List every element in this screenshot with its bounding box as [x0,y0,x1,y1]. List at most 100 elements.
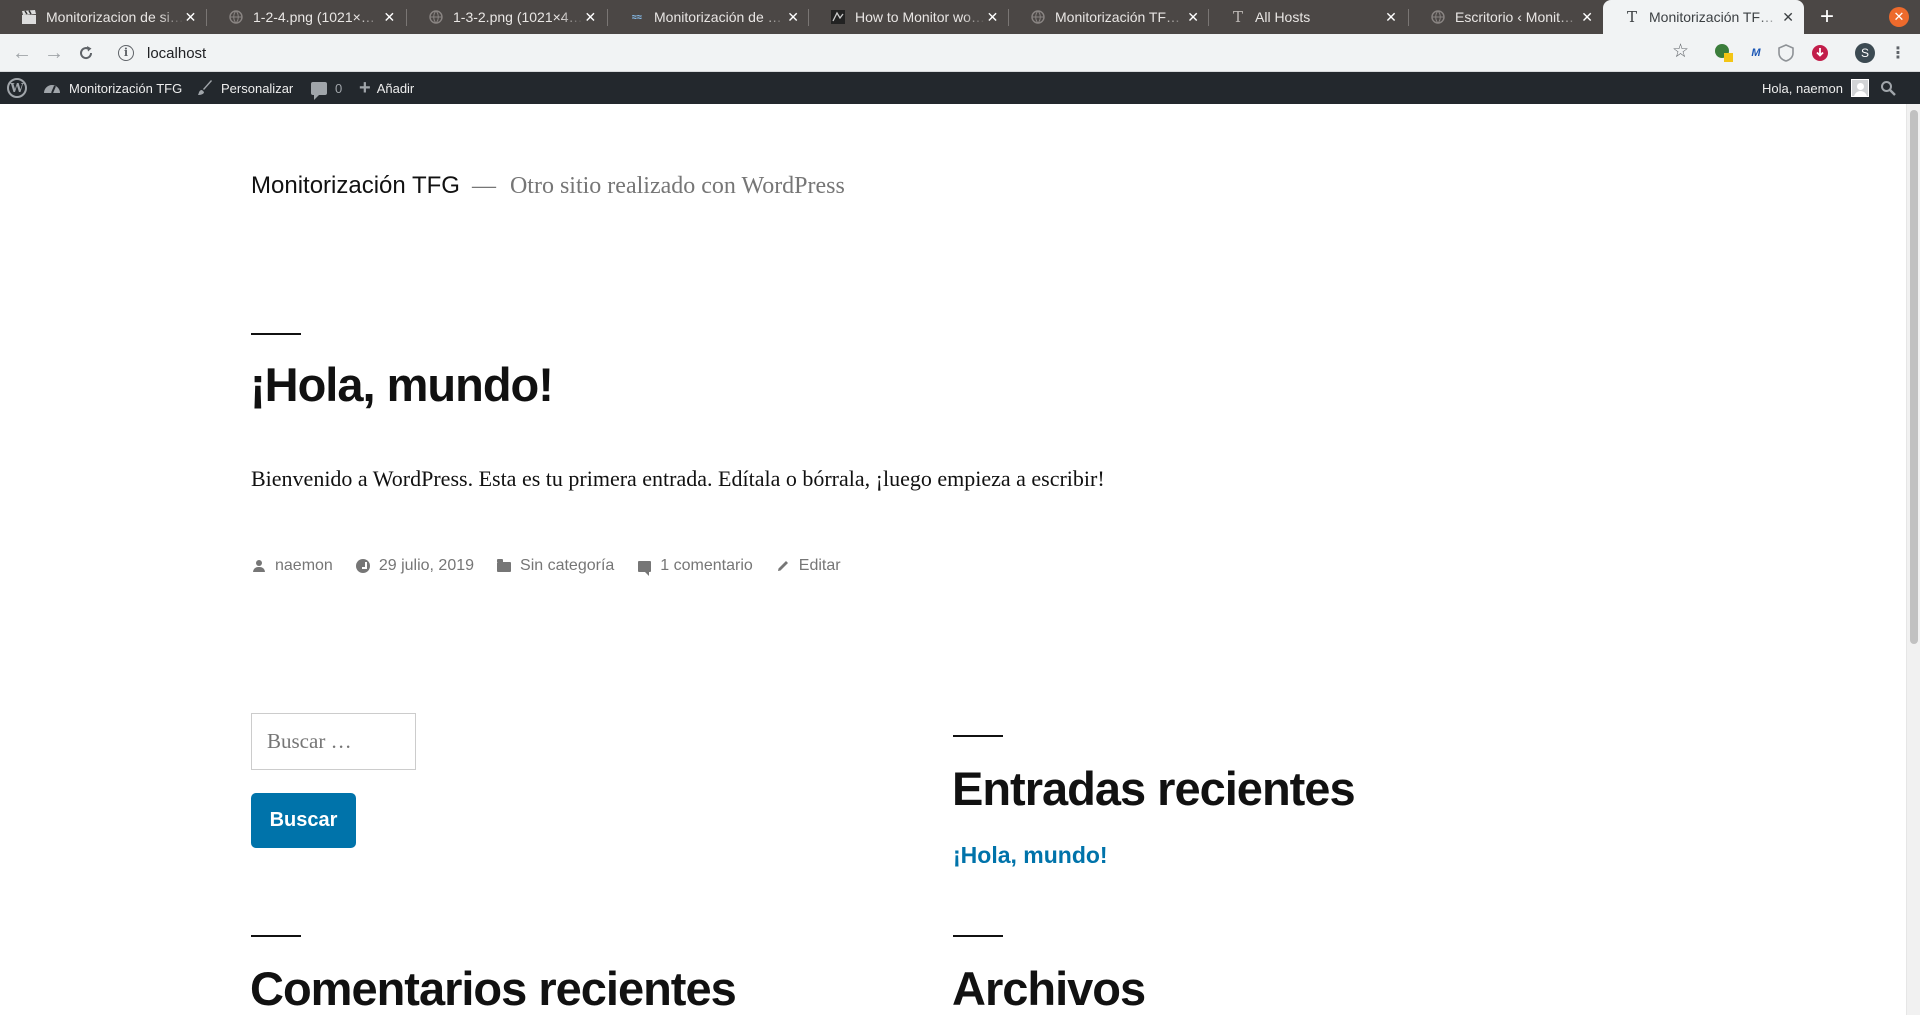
post-edit-link[interactable]: Editar [799,557,841,575]
admin-customize[interactable]: Personalizar [197,72,293,104]
recent-post-link[interactable]: ¡Hola, mundo! [953,842,1108,869]
archives-title: Archivos [952,962,1146,1015]
bookmark-star-icon[interactable]: ☆ [1672,41,1689,63]
forward-button[interactable]: → [40,39,68,67]
site-title-separator: — [471,173,496,199]
close-icon[interactable]: ✕ [1782,9,1794,26]
recent-comments-title: Comentarios recientes [250,962,737,1015]
person-icon [251,558,267,574]
site-title[interactable]: Monitorización TFG [251,172,460,200]
close-icon[interactable]: ✕ [382,9,397,26]
tab-title: Monitorización TFG – Otro sitio [1649,9,1783,25]
post-edit: Editar [775,557,841,575]
browser-tab-strip: Monitorizacion de sistemas ✕ 1-2-4.png (… [0,0,1920,34]
post-category-link[interactable]: Sin categoría [520,557,614,575]
admin-site-name[interactable]: Monitorización TFG [43,72,182,104]
globe-icon [1030,9,1046,25]
menu-kebab-icon[interactable]: ⋮ [1888,43,1908,63]
user-avatar-icon [1850,79,1869,97]
post-comments-link[interactable]: 1 comentario [660,557,753,575]
tab-title: All Hosts [1255,9,1311,25]
close-icon[interactable]: ✕ [1581,9,1593,26]
close-icon[interactable]: ✕ [583,9,598,26]
post-title[interactable]: ¡Hola, mundo! [250,357,554,412]
post-comments: 1 comentario [636,557,753,576]
tab-title: 1-2-4.png (1021×394) [253,9,382,25]
post-date-link[interactable]: 29 julio, 2019 [379,557,474,575]
browser-tab[interactable]: ≈≈ Monitorización de bases de datos ✕ [608,0,809,34]
tab-title: Monitorizacion de sistemas [46,9,184,25]
search-button[interactable]: Buscar [251,793,356,848]
browser-tab[interactable]: Escritorio ‹ Monitorización TFG ✕ [1409,0,1603,34]
scrollbar-thumb[interactable] [1910,110,1918,644]
reload-button[interactable] [72,39,100,67]
tab-title: Monitorización TFG – Otro sitio [1055,9,1187,25]
post-content: Bienvenido a WordPress. Esta es tu prime… [251,466,1105,491]
recent-posts-title: Entradas recientes [952,762,1356,815]
post-meta: naemon 29 julio, 2019 Sin categoría 1 co… [251,557,863,576]
post-author: naemon [251,557,333,575]
admin-comments-count: 0 [335,80,343,96]
extension-icon[interactable]: M [1746,43,1766,63]
site-icon: ≈≈ [632,12,642,22]
close-icon[interactable]: ✕ [1383,9,1399,26]
browser-tab[interactable]: Monitorizacion de sistemas ✕ [0,0,207,34]
extension-icon[interactable] [1714,43,1734,63]
t-icon: T [1232,8,1243,26]
site-description: Otro sitio realizado con WordPress [509,173,845,199]
back-button[interactable]: ← [8,39,36,67]
clock-icon [355,558,371,574]
admin-site-name-label: Monitorización TFG [69,80,183,96]
post-author-link[interactable]: naemon [275,557,333,575]
browser-tab[interactable]: 1-3-2.png (1021×426) ✕ [407,0,608,34]
t-icon: T [1626,8,1637,26]
search-input[interactable]: Buscar … [251,713,416,770]
tab-title: Escritorio ‹ Monitorización TFG [1455,9,1581,25]
close-icon[interactable]: ✕ [184,9,197,26]
page-viewport: Monitorización TFG — Otro sitio realizad… [0,104,1906,1015]
tab-title: How to Monitor wordpress [855,9,986,25]
admin-new-content[interactable]: + Añadir [359,72,414,104]
address-bar[interactable]: i localhost [106,37,1706,69]
browser-tab[interactable]: How to Monitor wordpress ✕ [809,0,1009,34]
close-window-button[interactable]: ✕ [1889,7,1909,27]
search-placeholder: Buscar … [267,729,352,753]
page-scrollbar[interactable] [1906,104,1920,1015]
post-date: 29 julio, 2019 [355,557,474,575]
shield-icon[interactable] [1776,43,1796,63]
wp-logo-menu[interactable]: W [7,72,27,104]
search-icon [1880,80,1896,96]
close-icon[interactable]: ✕ [787,9,799,26]
profile-avatar[interactable]: S [1855,43,1875,63]
wp-admin-bar: W Monitorización TFG Personalizar 0 + Añ… [0,72,1920,104]
globe-icon [228,9,244,25]
brush-icon [197,80,213,96]
plus-icon: + [359,76,371,99]
globe-icon [1430,9,1446,25]
comment-bubble-icon [311,81,327,100]
comment-icon [636,558,652,576]
widget-divider [953,935,1003,937]
admin-my-account[interactable]: Hola, naemon [1762,72,1869,104]
browser-tab[interactable]: Monitorización TFG – Otro sitio ✕ [1009,0,1209,34]
clapper-icon [21,9,37,25]
url-text: localhost [147,44,207,62]
new-tab-button[interactable]: + [1814,4,1840,30]
close-icon[interactable]: ✕ [1187,9,1199,26]
admin-search[interactable] [1880,72,1896,104]
browser-toolbar: ← → i localhost ☆ M S ⋮ [0,34,1920,72]
widget-divider [953,735,1003,737]
admin-comments[interactable]: 0 [311,72,342,104]
wordpress-logo-icon: W [7,78,27,98]
info-icon[interactable]: i [118,45,134,61]
site-branding: Monitorización TFG — Otro sitio realizad… [251,172,845,200]
browser-tab[interactable]: 1-2-4.png (1021×394) ✕ [207,0,407,34]
download-extension-icon[interactable] [1810,43,1830,63]
post-title-divider [251,333,301,335]
pencil-icon [775,558,791,574]
browser-tab-active[interactable]: T Monitorización TFG – Otro sitio ✕ [1603,0,1804,34]
dashboard-gauge-icon [43,81,61,95]
browser-tab[interactable]: T All Hosts ✕ [1209,0,1409,34]
admin-new-label: Añadir [376,80,415,96]
close-icon[interactable]: ✕ [986,9,999,26]
